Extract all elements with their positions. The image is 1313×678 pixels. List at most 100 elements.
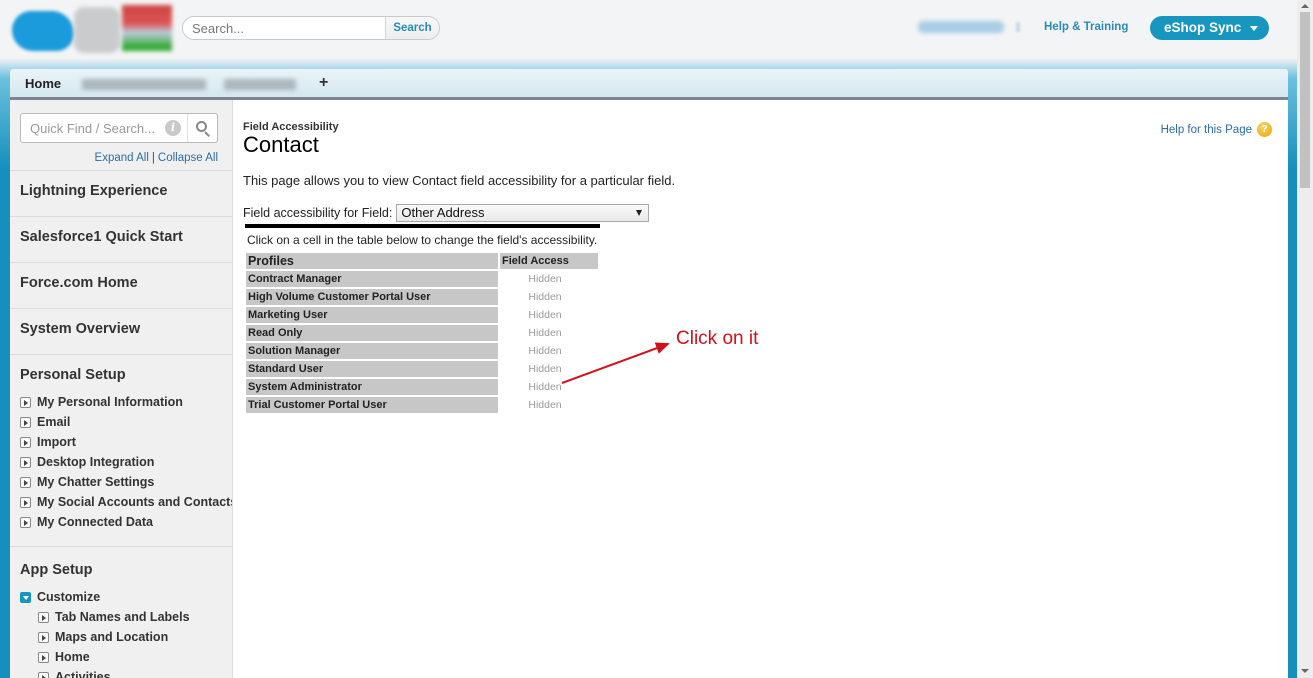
field-access-cell[interactable]: Hidden (500, 307, 598, 323)
tab-home[interactable]: Home (25, 76, 61, 91)
field-select-value: Other Address (401, 205, 485, 220)
profile-name: Marketing User (246, 307, 498, 323)
tree-item-label: Tab Names and Labels (55, 610, 190, 624)
sidebar-item-home[interactable]: Home (38, 650, 90, 664)
expand-toggle-icon[interactable] (20, 476, 31, 488)
sidebar-item-import[interactable]: Import (20, 435, 76, 449)
sidebar-item-my-social-accounts[interactable]: My Social Accounts and Contacts (20, 495, 233, 509)
field-picker-row: Field accessibility for Field: Other Add… (243, 204, 650, 222)
chevron-down-icon (1016, 22, 1020, 32)
collapse-all-link[interactable]: Collapse All (158, 152, 218, 164)
expand-toggle-icon[interactable] (20, 456, 31, 468)
divider (245, 224, 600, 228)
sidebar-item-customize[interactable]: Customize (20, 590, 100, 604)
expand-toggle-icon[interactable] (20, 396, 31, 408)
instruction-text: Click on a cell in the table below to ch… (247, 233, 598, 247)
sidebar-item-tab-names-and-labels[interactable]: Tab Names and Labels (38, 610, 190, 624)
profile-name: System Administrator (246, 379, 498, 395)
all-tabs-plus-icon[interactable]: + (319, 74, 328, 92)
sidebar-item-system-overview[interactable]: System Overview (10, 308, 232, 354)
info-icon[interactable]: i (165, 120, 181, 136)
table-row: Standard User Hidden (246, 361, 598, 377)
help-question-icon: ? (1257, 122, 1272, 137)
sidebar-item-my-personal-information[interactable]: My Personal Information (20, 395, 183, 409)
scrollbar-thumb[interactable] (1300, 12, 1310, 188)
sidebar-item-lightning-experience[interactable]: Lightning Experience (10, 170, 232, 216)
user-menu[interactable] (918, 20, 1022, 36)
field-access-table: Profiles Field Access Contract Manager Hi… (244, 251, 600, 415)
expand-all-link[interactable]: Expand All (95, 152, 149, 164)
expand-toggle-icon[interactable] (38, 671, 49, 678)
tree-item-label: Import (37, 435, 76, 449)
table-row: Trial Customer Portal User Hidden (246, 397, 598, 413)
sidebar-item-maps-and-location[interactable]: Maps and Location (38, 630, 168, 644)
global-search-button[interactable]: Search (385, 17, 439, 39)
tree-item-label: Activities (55, 670, 111, 678)
table-row: Marketing User Hidden (246, 307, 598, 323)
sidebar-section-title: System Overview (20, 321, 141, 337)
field-access-cell[interactable]: Hidden (500, 397, 598, 413)
table-row: System Administrator Hidden (246, 379, 598, 395)
tree-item-label: Desktop Integration (37, 455, 155, 469)
tab-blurred[interactable] (224, 79, 296, 90)
table-row: Solution Manager Hidden (246, 343, 598, 359)
expand-toggle-icon[interactable] (20, 516, 31, 528)
sidebar-item-activities[interactable]: Activities (38, 670, 111, 678)
tab-blurred[interactable] (82, 79, 206, 90)
sidebar-section-title: Personal Setup (20, 367, 126, 383)
search-icon[interactable] (188, 114, 216, 142)
quick-find-input[interactable] (21, 120, 165, 136)
scroll-up-icon[interactable] (1301, 4, 1309, 8)
page-scrollbar[interactable] (1297, 0, 1313, 678)
expand-toggle-icon[interactable] (20, 436, 31, 448)
sidebar-item-my-connected-data[interactable]: My Connected Data (20, 515, 153, 529)
sidebar-item-my-chatter-settings[interactable]: My Chatter Settings (20, 475, 154, 489)
logo-image (74, 7, 120, 53)
sidebar-section-title: Lightning Experience (20, 183, 168, 199)
profile-name: Standard User (246, 361, 498, 377)
sidebar-item-desktop-integration[interactable]: Desktop Integration (20, 455, 154, 469)
top-header: Search Help & Training eShop Sync (0, 0, 1297, 58)
profile-name: High Volume Customer Portal User (246, 289, 498, 305)
user-name-blurred (918, 21, 1004, 33)
field-access-cell[interactable]: Hidden (500, 271, 598, 287)
help-for-this-page-link[interactable]: Help for this Page ? (1161, 122, 1272, 137)
tree-item-label: Maps and Location (55, 630, 169, 644)
sidebar-item-email[interactable]: Email (20, 415, 70, 429)
scroll-down-icon[interactable] (1301, 669, 1309, 673)
field-access-cell[interactable]: Hidden (500, 361, 598, 377)
dropdown-arrow-icon (636, 210, 643, 216)
app-switcher-label: eShop Sync (1164, 20, 1242, 35)
expand-toggle-icon[interactable] (20, 416, 31, 428)
profile-name: Trial Customer Portal User (246, 397, 498, 413)
global-search-input[interactable] (183, 17, 385, 39)
sidebar-section-app-setup: App Setup Customize Tab Names and Labels… (10, 546, 232, 678)
column-header-profiles: Profiles (246, 253, 498, 269)
field-access-cell[interactable]: Hidden (500, 379, 598, 395)
global-search: Search (182, 16, 440, 40)
sidebar-item-salesforce1-quick-start[interactable]: Salesforce1 Quick Start (10, 216, 232, 262)
main-content: Field Accessibility Contact Help for thi… (233, 100, 1288, 678)
table-row: Contract Manager Hidden (246, 271, 598, 287)
expand-collapse-row: Expand All | Collapse All (95, 152, 218, 164)
sidebar-item-force-com-home[interactable]: Force.com Home (10, 262, 232, 308)
field-access-cell[interactable]: Hidden (500, 325, 598, 341)
profile-name: Read Only (246, 325, 498, 341)
field-access-cell[interactable]: Hidden (500, 343, 598, 359)
expand-toggle-icon[interactable] (38, 611, 49, 623)
tree-item-label: My Chatter Settings (37, 475, 155, 489)
help-training-link[interactable]: Help & Training (1044, 21, 1128, 33)
column-header-field-access: Field Access (500, 253, 598, 269)
tree-item-label: My Social Accounts and Contacts (37, 495, 233, 509)
setup-sidebar: i Expand All|Collapse All Lightning Expe… (10, 100, 233, 678)
quick-find: i (20, 113, 218, 143)
field-select[interactable]: Other Address (396, 204, 650, 222)
collapse-toggle-icon[interactable] (20, 591, 31, 603)
app-switcher-button[interactable]: eShop Sync (1150, 16, 1269, 40)
page-description: This page allows you to view Contact fie… (243, 173, 676, 188)
org-logo[interactable] (12, 5, 172, 53)
expand-toggle-icon[interactable] (38, 651, 49, 663)
field-access-cell[interactable]: Hidden (500, 289, 598, 305)
expand-toggle-icon[interactable] (20, 496, 31, 508)
expand-toggle-icon[interactable] (38, 631, 49, 643)
